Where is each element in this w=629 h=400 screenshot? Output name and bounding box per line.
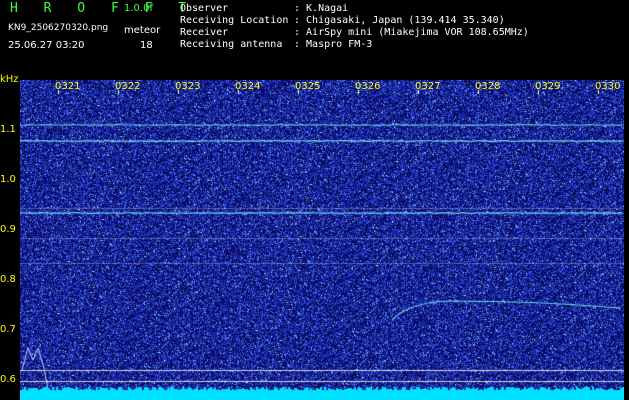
x-tick-label: 0321 bbox=[55, 81, 81, 92]
x-tick-label: 0324 bbox=[235, 81, 261, 92]
y-tick-label: 1.0 bbox=[0, 174, 16, 185]
x-tick-label: 0323 bbox=[175, 81, 201, 92]
app-name: H R O F F T bbox=[10, 1, 196, 16]
station-info: Observer: K.Nagai Receiving Location: Ch… bbox=[180, 3, 529, 51]
file-name: KN9_2506270320.png bbox=[8, 23, 109, 33]
x-tick-label: 0328 bbox=[475, 81, 501, 92]
app-version: 1.0.0f bbox=[124, 3, 153, 14]
info-row-location: Receiving Location: Chigasaki, Japan (13… bbox=[180, 15, 505, 26]
spectrogram-canvas[interactable] bbox=[20, 80, 624, 400]
timestamp: 25.06.27 03:20 bbox=[8, 40, 85, 51]
x-tick-label: 0326 bbox=[355, 81, 381, 92]
x-tick-label: 0325 bbox=[295, 81, 321, 92]
y-tick-label: 0.6 bbox=[0, 374, 16, 385]
y-tick-label: 0.9 bbox=[0, 224, 16, 235]
y-tick-label: 0.8 bbox=[0, 274, 16, 285]
x-tick-label: 0329 bbox=[535, 81, 561, 92]
mode-label: meteor bbox=[124, 25, 161, 36]
meteor-count: 18 bbox=[140, 40, 153, 51]
info-row-observer: Observer: K.Nagai bbox=[180, 3, 349, 14]
y-tick-label: 1.1 bbox=[0, 124, 16, 135]
spectrogram[interactable]: 0321 0322 0323 0324 0325 0326 0327 0328 … bbox=[20, 80, 624, 400]
header-panel: H R O F F T 1.0.0f KN9_2506270320.png me… bbox=[0, 0, 629, 72]
x-tick-label: 0327 bbox=[415, 81, 441, 92]
y-axis-panel bbox=[0, 72, 20, 400]
x-tick-label: 0330 bbox=[595, 81, 621, 92]
y-axis-unit: kHz bbox=[0, 74, 19, 85]
y-tick-label: 0.7 bbox=[0, 324, 16, 335]
info-row-antenna: Receiving antenna: Maspro FM-3 bbox=[180, 39, 373, 50]
info-row-receiver: Receiver: AirSpy mini (Miakejima VOR 108… bbox=[180, 27, 529, 38]
x-tick-label: 0322 bbox=[115, 81, 141, 92]
